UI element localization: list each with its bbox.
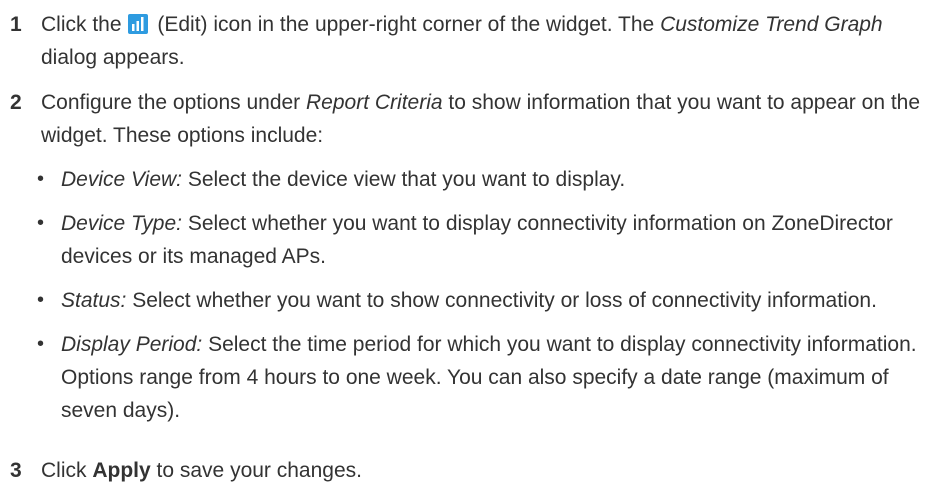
step-3-text-a: Click <box>41 459 93 482</box>
bullet-icon: • <box>37 168 45 190</box>
option-list: • Device View: Select the device view th… <box>37 163 937 427</box>
option-description: Select whether you want to show connecti… <box>126 289 877 312</box>
step-3-text: Click Apply to save your changes. <box>41 454 940 487</box>
document-page: 1 Click the (Edit) icon in the upper-rig… <box>0 0 944 499</box>
step-number: 1 <box>10 13 22 36</box>
option-description: Select the device view that you want to … <box>182 168 626 191</box>
step-1-text: Click the (Edit) icon in the upper-right… <box>41 8 940 74</box>
list-item: • Status: Select whether you want to sho… <box>37 284 937 317</box>
option-term: Device Type: <box>61 212 182 235</box>
step-1-text-a: Click the <box>41 13 122 36</box>
step-3: 3 Click Apply to save your changes. <box>10 454 940 487</box>
section-name: Report Criteria <box>306 91 443 114</box>
option-term: Device View: <box>61 168 182 191</box>
list-item: • Device Type: Select whether you want t… <box>37 207 937 273</box>
option-description: Select whether you want to display conne… <box>61 212 893 268</box>
bullet-icon: • <box>37 212 45 234</box>
step-2-text-a: Configure the options under <box>41 91 307 114</box>
step-1-text-b: (Edit) icon in the upper-right corner of… <box>151 13 661 36</box>
apply-label: Apply <box>92 459 151 482</box>
dialog-name: Customize Trend Graph <box>660 13 883 36</box>
option-term: Display Period: <box>61 333 203 356</box>
step-number: 2 <box>10 91 22 114</box>
step-2: 2 Configure the options under Report Cri… <box>10 86 940 152</box>
step-1: 1 Click the (Edit) icon in the upper-rig… <box>10 8 940 74</box>
edit-icon <box>127 14 148 34</box>
list-item: • Device View: Select the device view th… <box>37 163 937 196</box>
bullet-icon: • <box>37 333 45 355</box>
step-3-text-b: to save your changes. <box>150 459 362 482</box>
list-item: • Display Period: Select the time period… <box>37 328 937 427</box>
step-2-text: Configure the options under Report Crite… <box>41 86 940 152</box>
step-number: 3 <box>10 459 22 482</box>
bullet-icon: • <box>37 289 45 311</box>
option-term: Status: <box>61 289 127 312</box>
step-1-text-c: dialog appears. <box>41 46 185 69</box>
